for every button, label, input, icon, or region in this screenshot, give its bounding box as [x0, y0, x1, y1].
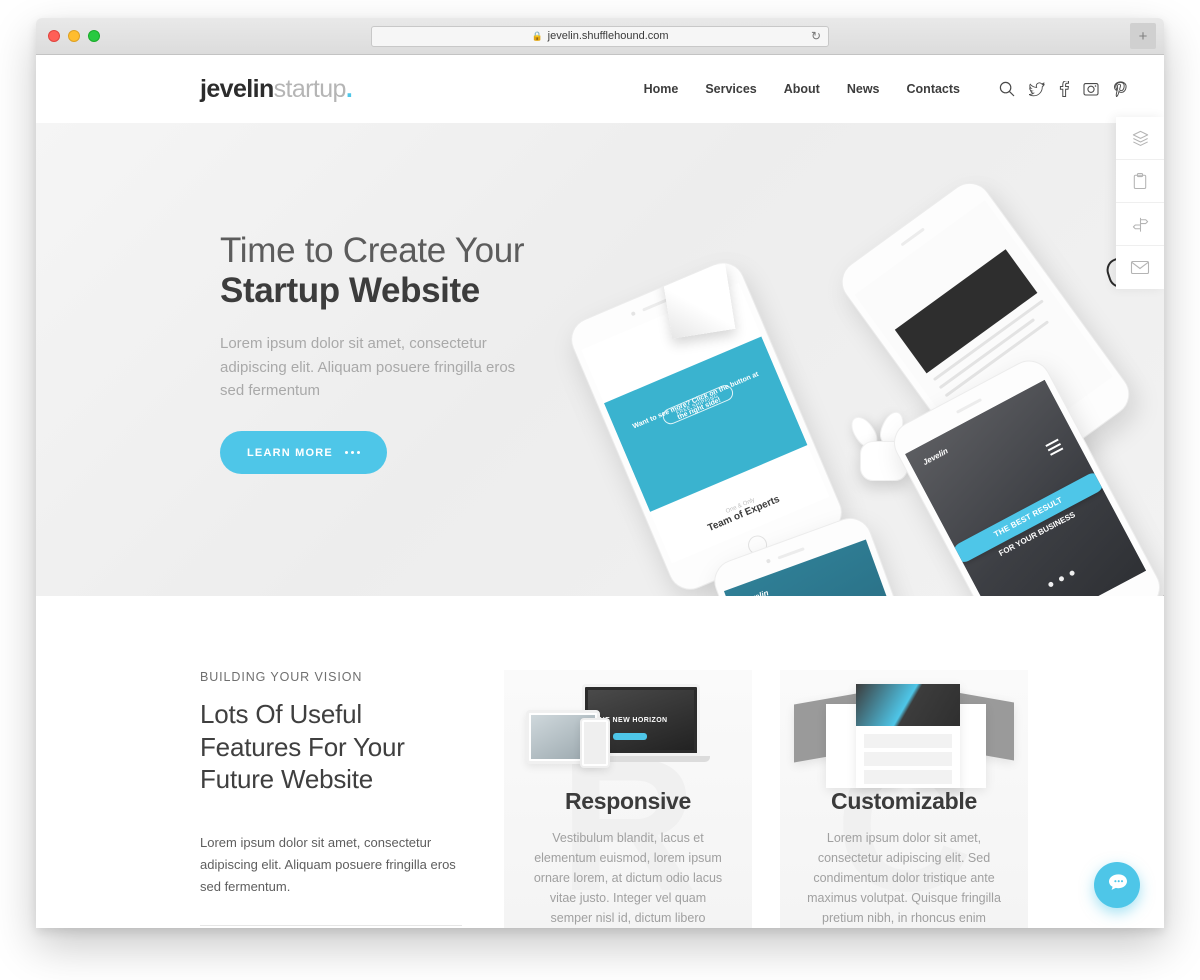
pen-body — [1147, 560, 1164, 596]
logo-primary: jevelin — [200, 74, 274, 103]
features-heading: Lots Of Useful Features For Your Future … — [200, 699, 405, 794]
devices-mockup-image: THE NEW HORIZON — [504, 670, 752, 788]
phone-peel-effect — [661, 263, 736, 339]
layouts-mockup-image — [780, 670, 1028, 788]
nav-item-services[interactable]: Services — [705, 82, 756, 96]
feature-card-responsive[interactable]: R THE NEW HORIZON Responsive Vestibulum … — [504, 670, 752, 928]
chat-bubble-icon — [1105, 872, 1129, 899]
features-section: BUILDING YOUR VISION Lots Of Useful Feat… — [36, 596, 1164, 928]
side-panel-item-clipboard[interactable] — [1116, 160, 1164, 203]
hero-title-line1: Time to Create Your — [220, 231, 525, 270]
feature-cards: R THE NEW HORIZON Responsive Vestibulum … — [504, 670, 1028, 928]
phone-screen — [584, 722, 606, 764]
layout-row — [864, 734, 952, 748]
minimize-window-button[interactable] — [68, 30, 80, 42]
phone-speaker — [776, 547, 805, 560]
side-panel-item-layers[interactable] — [1116, 117, 1164, 160]
lock-icon: 🔒 — [531, 30, 543, 41]
card-title: Customizable — [831, 788, 977, 814]
nav-item-about[interactable]: About — [784, 82, 820, 96]
side-panel-item-mail[interactable] — [1116, 246, 1164, 289]
card-text: Lorem ipsum dolor sit amet, consectetur … — [807, 831, 1001, 925]
phone-mockup — [580, 718, 610, 768]
phone-camera — [765, 558, 771, 564]
learn-more-label: LEARN MORE — [247, 446, 333, 459]
browser-titlebar: 🔒 jevelin.shufflehound.com ↻ + — [36, 18, 1164, 55]
layout-row — [864, 770, 952, 784]
phone-camera — [630, 311, 636, 317]
phone-brand: Jevelin — [741, 588, 770, 596]
features-eyebrow: BUILDING YOUR VISION — [200, 670, 363, 684]
logo-secondary: startup — [273, 74, 347, 103]
features-inner: BUILDING YOUR VISION Lots Of Useful Feat… — [36, 670, 1164, 928]
phone-speaker — [955, 398, 983, 414]
features-body: Lorem ipsum dolor sit amet, consectetur … — [200, 834, 456, 895]
logo-dot: . — [345, 74, 353, 103]
browser-window: 🔒 jevelin.shufflehound.com ↻ + jevelinst… — [36, 18, 1164, 928]
address-bar[interactable]: 🔒 jevelin.shufflehound.com ↻ — [371, 25, 829, 47]
side-tool-panel — [1116, 117, 1164, 289]
signpost-icon — [1131, 215, 1150, 234]
page-content: jevelinstartup. Home Services About News… — [36, 55, 1164, 928]
reload-icon[interactable]: ↻ — [811, 30, 821, 42]
envelope-icon — [1130, 259, 1150, 276]
pinterest-icon[interactable] — [1113, 81, 1128, 97]
site-header: jevelinstartup. Home Services About News… — [36, 55, 1164, 123]
divider — [200, 924, 462, 926]
close-window-button[interactable] — [48, 30, 60, 42]
phone-speaker — [641, 298, 669, 312]
hero-title-line2: Startup Website — [220, 271, 480, 311]
maximize-window-button[interactable] — [88, 30, 100, 42]
url-text: jevelin.shufflehound.com — [547, 30, 669, 42]
twitter-icon[interactable] — [1029, 81, 1045, 97]
window-controls — [48, 30, 100, 42]
instagram-icon[interactable] — [1083, 81, 1099, 97]
nav-item-news[interactable]: News — [847, 82, 880, 96]
phone-banner: Want to see more? Click on the button at… — [603, 336, 808, 512]
card-text: Vestibulum blandit, lacus et elementum e… — [533, 831, 723, 925]
hero-subtitle: Lorem ipsum dolor sit amet, consectetur … — [220, 335, 516, 399]
hero-copy: Time to Create Your Startup Website Lore… — [220, 231, 620, 475]
facebook-icon[interactable] — [1059, 81, 1069, 97]
layout-row — [864, 752, 952, 766]
site-logo[interactable]: jevelinstartup. — [200, 74, 353, 104]
nav-item-contacts[interactable]: Contacts — [907, 82, 960, 96]
social-icons — [999, 81, 1128, 97]
layout-center-header — [856, 684, 960, 726]
layout-center — [856, 684, 960, 788]
new-tab-button[interactable]: + — [1130, 23, 1156, 49]
layers-icon — [1131, 129, 1150, 148]
ellipsis-icon — [344, 451, 360, 455]
card-title: Responsive — [564, 788, 692, 814]
nav-item-home[interactable]: Home — [644, 82, 679, 96]
feature-card-customizable[interactable]: C Customizable Lorem ipsum dolor sit ame… — [780, 670, 1028, 928]
clipboard-icon — [1131, 172, 1149, 191]
hero-section: Want to see more? Click on the button at… — [36, 123, 1164, 596]
learn-more-button[interactable]: LEARN MORE — [220, 431, 387, 475]
chat-button[interactable] — [1094, 862, 1140, 908]
laptop-cta — [613, 733, 647, 740]
features-intro: BUILDING YOUR VISION Lots Of Useful Feat… — [200, 670, 462, 928]
side-panel-item-signpost[interactable] — [1116, 203, 1164, 246]
phone-speaker — [900, 227, 925, 247]
search-icon[interactable] — [999, 81, 1015, 97]
main-navigation: Home Services About News Contacts — [644, 81, 1128, 97]
pen-mockup — [1146, 560, 1164, 596]
